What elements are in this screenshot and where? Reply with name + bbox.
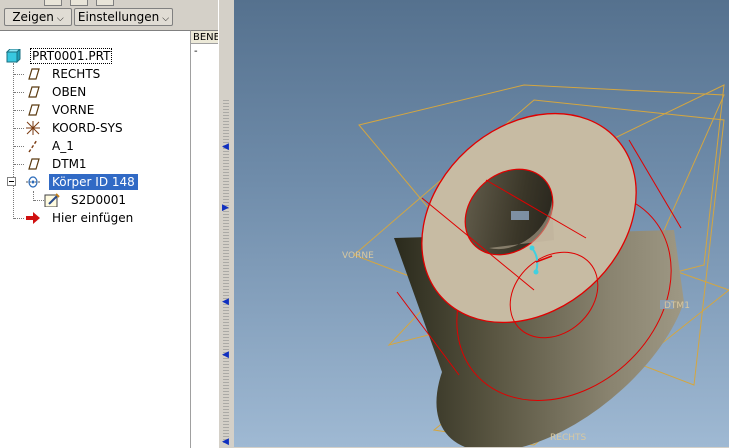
expand-right-icon[interactable]: ▶ (222, 203, 229, 213)
chevron-down-icon: ⌵ (162, 14, 170, 24)
plane-label-dtm1[interactable]: DTM1 (664, 301, 690, 311)
datum-axis-icon (28, 139, 38, 153)
datum-tag (511, 211, 529, 220)
tree-item-insert-here[interactable]: Hier einfügen (0, 209, 190, 227)
tree-item-koord-sys[interactable]: KOORD-SYS (0, 119, 190, 137)
navigator-tabs (26, 0, 126, 6)
tab-favorites[interactable] (96, 0, 114, 6)
tree-item-koerper-id-148[interactable]: Körper ID 148 (0, 173, 190, 191)
part-icon (6, 49, 21, 63)
chevron-down-icon: ⌵ (56, 14, 64, 24)
plane-label-rechts[interactable]: RECHTS (550, 433, 586, 443)
show-menu-button[interactable]: Zeigen ⌵ (4, 8, 72, 26)
collapse-left-icon[interactable]: ◀ (222, 437, 229, 447)
tree-item-label: S2D0001 (71, 193, 127, 207)
tree-root[interactable]: PRT0001.PRT (0, 47, 190, 65)
tree-root-label: PRT0001.PRT (30, 48, 113, 64)
model-view[interactable]: VORNE RECHTS DTM1 (234, 0, 729, 447)
tab-model-tree[interactable] (44, 0, 62, 6)
axis-point (533, 269, 539, 275)
sketch-icon (44, 193, 60, 207)
axis-point (529, 245, 535, 251)
column-value: - (194, 46, 198, 57)
tree-item-label: RECHTS (52, 67, 101, 81)
settings-menu-label: Einstellungen (77, 10, 160, 24)
datum-plane-icon (28, 158, 40, 170)
datum-plane-icon (28, 86, 40, 98)
model-tree[interactable]: PRT0001.PRT RECHTS OBEN VORNE KOORD-SYS … (0, 30, 190, 448)
tree-item-label: Hier einfügen (52, 211, 134, 225)
datum-plane-icon (28, 68, 40, 80)
tree-item-s2d0001[interactable]: S2D0001 (0, 191, 190, 209)
ring-silhouette-edge (628, 139, 682, 229)
revolve-feature-icon (26, 176, 40, 188)
coordinate-system-icon (26, 121, 40, 135)
tab-folder-browser[interactable] (70, 0, 88, 6)
tree-item-dtm1[interactable]: DTM1 (0, 155, 190, 173)
model-tree-panel: Zeigen ⌵ Einstellungen ⌵ PRT0001.PRT REC… (0, 0, 222, 448)
settings-menu-button[interactable]: Einstellungen ⌵ (74, 8, 173, 26)
tree-item-label: KOORD-SYS (52, 121, 123, 135)
insert-here-arrow-icon (26, 212, 40, 224)
panel-splitter[interactable]: ◀ ▶ ◀ ◀ ◀ (218, 0, 235, 447)
tree-item-label: OBEN (52, 85, 87, 99)
plane-label-vorne[interactable]: VORNE (342, 251, 374, 261)
collapse-left-icon[interactable]: ◀ (222, 350, 229, 360)
tree-item-label: A_1 (52, 139, 74, 153)
datum-plane-icon (28, 104, 40, 116)
tree-item-oben[interactable]: OBEN (0, 83, 190, 101)
collapse-icon[interactable] (7, 177, 23, 191)
tree-item-a-1[interactable]: A_1 (0, 137, 190, 155)
tree-item-label: DTM1 (52, 157, 87, 171)
tree-item-label: VORNE (52, 103, 95, 117)
tree-column: BENE - (190, 30, 219, 448)
tree-item-rechts[interactable]: RECHTS (0, 65, 190, 83)
collapse-left-icon[interactable]: ◀ (222, 297, 229, 307)
show-menu-label: Zeigen (12, 10, 54, 24)
tree-item-label: Körper ID 148 (49, 174, 138, 190)
tree-item-vorne[interactable]: VORNE (0, 101, 190, 119)
collapse-left-icon[interactable]: ◀ (222, 142, 229, 152)
graphics-window[interactable]: VORNE RECHTS DTM1 (234, 0, 729, 447)
column-header[interactable]: BENE (191, 31, 219, 44)
